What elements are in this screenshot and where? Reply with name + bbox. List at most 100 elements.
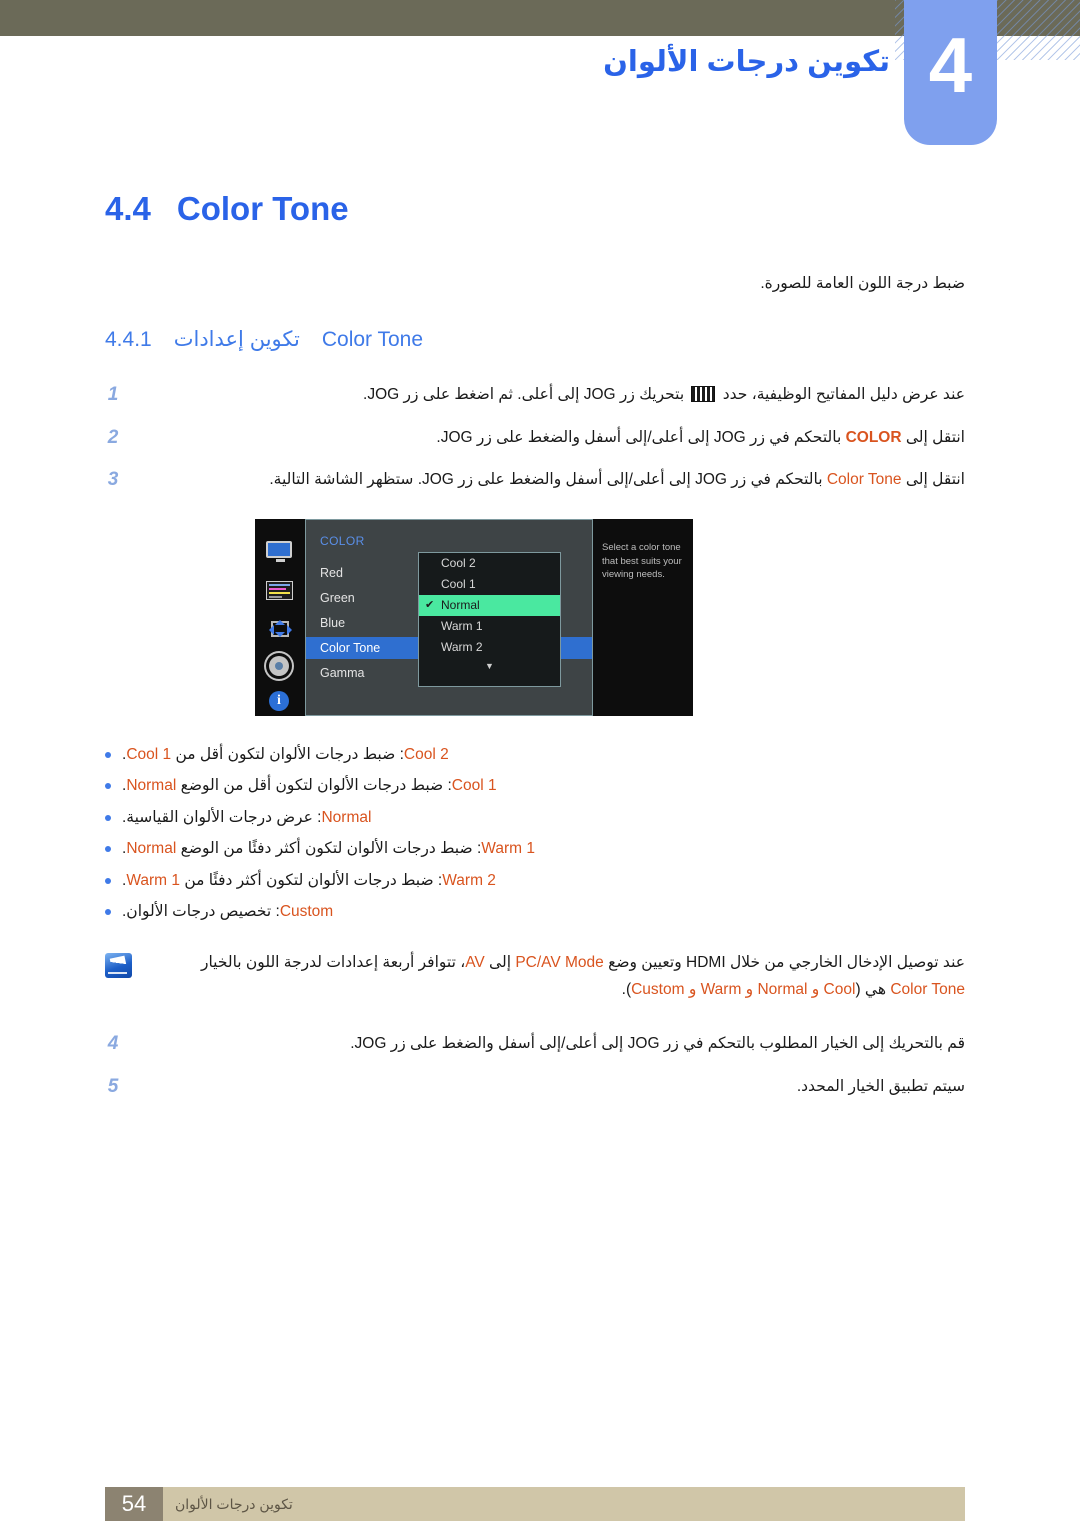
note-text: عند توصيل الإدخال الخارجي من خلال HDMI و… xyxy=(146,950,965,1003)
step-4: 4 قم بالتحريك إلى الخيار المطلوب بالتحكم… xyxy=(105,1031,965,1057)
step-3: 3 انتقل إلى Color Tone بالتحكم في زر JOG… xyxy=(105,467,965,493)
osd-help-text: Select a color tone that best suits your… xyxy=(602,541,682,581)
bullet-dot-icon xyxy=(105,814,111,821)
step-5: 5 سيتم تطبيق الخيار المحدد. xyxy=(105,1074,965,1100)
option-desc: : ضبط درجات الألوان لتكون أقل من xyxy=(175,745,404,763)
note-callout: عند توصيل الإدخال الخارجي من خلال HDMI و… xyxy=(105,950,965,1003)
color-bars-icon[interactable] xyxy=(266,580,294,603)
section-heading: 4.4 Color Tone xyxy=(105,190,965,228)
note-line1-c: ، تتوافر أربعة إعدادات لدرجة اللون بالخي… xyxy=(200,954,466,972)
osd-option-cool-1[interactable]: Cool 1 xyxy=(419,574,560,595)
option-desc: : تخصيص درجات الألوان. xyxy=(122,902,280,920)
page-content: 4.4 Color Tone ضبط درجة اللون العامة للص… xyxy=(105,190,965,1116)
footer-chapter-label: تكوين درجات الألوان xyxy=(175,1496,293,1512)
step-text: قم بالتحريك إلى الخيار المطلوب بالتحكم ف… xyxy=(350,1035,965,1053)
section-number: 4.4 xyxy=(105,190,151,227)
step-text-post: بتحريك زر JOG إلى أعلى. ثم اضغط على زر J… xyxy=(363,386,685,403)
option-term: Warm 1 xyxy=(481,840,535,858)
note-keyword-pc-av-mode: PC/AV Mode xyxy=(515,954,604,972)
step-text-pre: انتقل إلى xyxy=(905,428,965,446)
bullet-dot-icon xyxy=(105,751,111,758)
option-desc: : ضبط درجات الألوان لتكون أقل من الوضع xyxy=(180,777,452,795)
section-intro: ضبط درجة اللون العامة للصورة. xyxy=(760,275,965,292)
note-keyword-color-tone: Color Tone xyxy=(890,980,965,998)
scroll-down-caret-icon[interactable]: ▼ xyxy=(419,661,560,671)
chapter-title: تكوين درجات الألوان xyxy=(603,46,890,78)
osd-option-warm-1[interactable]: Warm 1 xyxy=(419,616,560,637)
step-text-post: بالتحكم في زر JOG إلى أعلى/إلى أسفل والض… xyxy=(436,428,842,446)
note-line2-mid: هي ( xyxy=(855,980,886,998)
step-text-pre: عند عرض دليل المفاتيح الوظيفية، حدد xyxy=(722,386,965,403)
step-keyword: Color Tone xyxy=(826,471,902,489)
step-text-post: بالتحكم في زر JOG إلى أعلى/إلى أسفل والض… xyxy=(269,471,823,489)
step-text: عند عرض دليل المفاتيح الوظيفية، حدد بتحر… xyxy=(134,382,965,407)
osd-option-warm-2[interactable]: Warm 2 xyxy=(419,637,560,658)
list-item: Warm 2: ضبط درجات الألوان لتكون أكثر دفئ… xyxy=(105,868,965,893)
chapter-number: 4 xyxy=(928,21,973,109)
bullet-dot-icon xyxy=(105,783,111,790)
footer-bar: 54 تكوين درجات الألوان xyxy=(105,1487,965,1521)
option-term-ref: Cool 1 xyxy=(126,745,172,763)
step-index: 5 xyxy=(107,1075,119,1097)
option-term: Warm 2 xyxy=(442,871,496,889)
monitor-icon[interactable] xyxy=(266,540,294,563)
option-term: Custom xyxy=(279,902,334,920)
step-text: انتقل إلى COLOR بالتحكم في زر JOG إلى أع… xyxy=(134,425,965,450)
step-index: 4 xyxy=(107,1033,119,1055)
option-term-ref: Warm 1 xyxy=(126,871,180,889)
option-term-ref: Normal xyxy=(126,840,177,858)
bullet-dot-icon xyxy=(105,877,111,884)
section-title: Color Tone xyxy=(176,190,349,227)
note-pen-icon xyxy=(105,953,132,979)
page-number: 54 xyxy=(105,1487,163,1521)
osd-option-cool-2[interactable]: Cool 2 xyxy=(419,553,560,574)
note-option-names: Cool و Normal و Warm و Custom xyxy=(631,980,856,998)
function-key-guide-icon xyxy=(691,386,716,402)
list-item-text: Cool 1: ضبط درجات الألوان لتكون أقل من ا… xyxy=(122,773,497,798)
option-desc: : عرض درجات الألوان القياسية. xyxy=(122,808,322,826)
step-index: 1 xyxy=(107,384,119,405)
step-2: 2 انتقل إلى COLOR بالتحكم في زر JOG إلى … xyxy=(105,425,965,451)
step-text-pre: انتقل إلى xyxy=(905,471,965,489)
osd-icon-rail: i xyxy=(255,518,305,716)
size-position-icon[interactable] xyxy=(266,619,294,641)
option-term: Cool 1 xyxy=(451,777,497,795)
settings-gear-icon[interactable] xyxy=(266,655,294,678)
note-keyword-av: AV xyxy=(465,954,485,972)
osd-category-label: COLOR xyxy=(320,533,365,548)
list-item: Cool 2: ضبط درجات الألوان لتكون أقل من C… xyxy=(105,742,965,767)
step-1: 1 عند عرض دليل المفاتيح الوظيفية، حدد بت… xyxy=(105,382,965,408)
osd-screenshot-figure: i COLOR Red Green Blue Color Tone Gamma … xyxy=(105,518,965,716)
list-item-text: Custom: تخصيص درجات الألوان. xyxy=(122,899,333,924)
information-icon[interactable]: i xyxy=(266,690,294,713)
color-tone-options-list: Cool 2: ضبط درجات الألوان لتكون أقل من C… xyxy=(105,742,965,924)
list-item: Warm 1: ضبط درجات الألوان لتكون أكثر دفئ… xyxy=(105,836,965,861)
list-item-text: Normal: عرض درجات الألوان القياسية. xyxy=(122,805,371,830)
osd-menu: i COLOR Red Green Blue Color Tone Gamma … xyxy=(255,518,815,716)
manual-page: 4 تكوين درجات الألوان 4.4 Color Tone ضبط… xyxy=(0,0,1080,1527)
subsection-title-en: Color Tone xyxy=(321,328,424,351)
osd-color-tone-dropdown: Cool 2 Cool 1 Normal Warm 1 Warm 2 ▼ xyxy=(418,551,561,687)
list-item: Custom: تخصيص درجات الألوان. xyxy=(105,899,965,924)
option-term: Cool 2 xyxy=(403,745,449,763)
option-desc: : ضبط درجات الألوان لتكون أكثر دفئًا من xyxy=(184,871,443,889)
list-item: Normal: عرض درجات الألوان القياسية. xyxy=(105,805,965,830)
subsection-number: 4.4.1 xyxy=(105,328,152,351)
note-line1-b: إلى xyxy=(489,954,511,972)
bullet-dot-icon xyxy=(105,908,111,915)
step-keyword: COLOR xyxy=(845,428,902,446)
option-term: Normal xyxy=(321,808,372,826)
note-line2-end: ). xyxy=(621,980,632,998)
subsection-heading: 4.4.1 تكوين إعدادات Color Tone xyxy=(105,327,965,352)
option-term-ref: Normal xyxy=(126,777,177,795)
osd-option-normal[interactable]: Normal xyxy=(419,594,560,616)
option-desc: : ضبط درجات الألوان لتكون أكثر دفئًا من … xyxy=(180,840,482,858)
list-item-text: Warm 1: ضبط درجات الألوان لتكون أكثر دفئ… xyxy=(122,836,535,861)
list-item: Cool 1: ضبط درجات الألوان لتكون أقل من ا… xyxy=(105,773,965,798)
osd-help-panel: Select a color tone that best suits your… xyxy=(593,518,693,716)
note-line1-a: عند توصيل الإدخال الخارجي من خلال HDMI و… xyxy=(608,954,965,972)
subsection-title-ar: تكوين إعدادات xyxy=(173,328,300,351)
step-text: انتقل إلى Color Tone بالتحكم في زر JOG إ… xyxy=(134,467,965,492)
list-item-text: Cool 2: ضبط درجات الألوان لتكون أقل من C… xyxy=(122,742,449,767)
step-text: سيتم تطبيق الخيار المحدد. xyxy=(796,1077,965,1095)
